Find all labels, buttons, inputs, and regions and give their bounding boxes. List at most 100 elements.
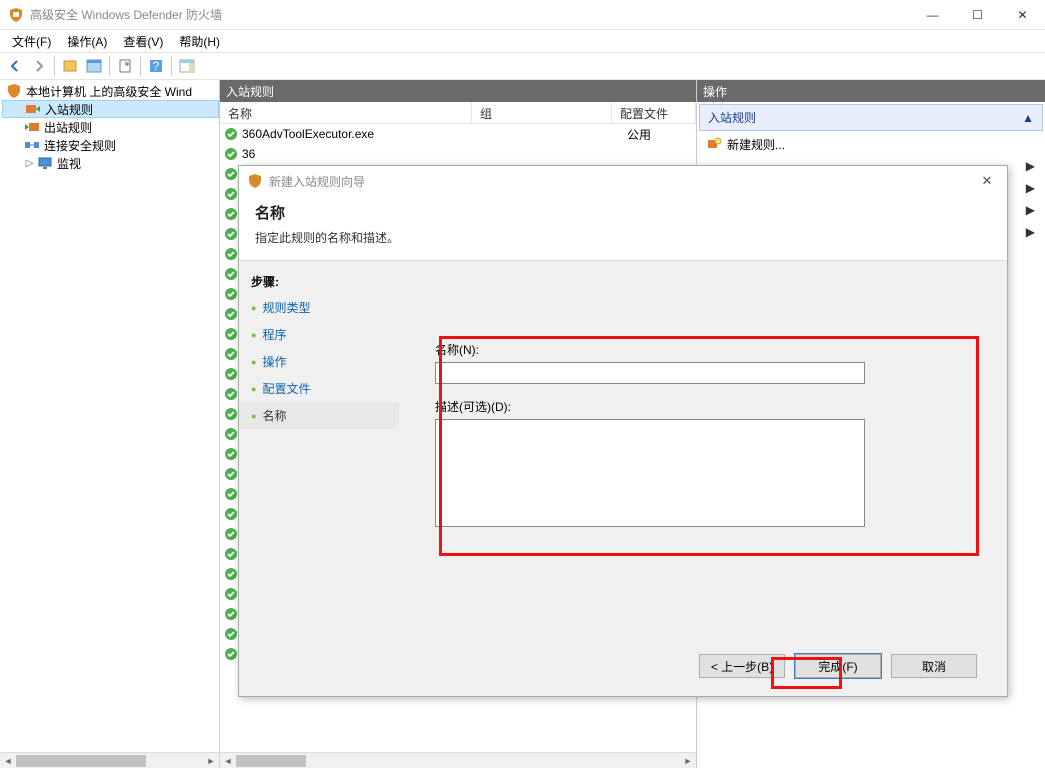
tree-item-label: 监视 (57, 155, 81, 172)
allow-icon (224, 507, 238, 521)
allow-icon (224, 527, 238, 541)
menu-action[interactable]: 操作(A) (59, 31, 115, 52)
allow-icon (224, 267, 238, 281)
table-row[interactable]: 36 (220, 144, 696, 164)
scroll-thumb[interactable] (236, 755, 306, 767)
wizard-dialog: 新建入站规则向导 ✕ 名称 指定此规则的名称和描述。 步骤: ●规则类型 ●程序… (238, 165, 1008, 697)
step-action[interactable]: ● 操作 (239, 348, 399, 375)
tree-root-label: 本地计算机 上的高级安全 Wind (26, 83, 192, 100)
tree-monitor[interactable]: ▷ 监视 (2, 154, 219, 172)
tree-outbound-rules[interactable]: 出站规则 (2, 118, 219, 136)
svg-text:?: ? (153, 59, 160, 73)
step-name[interactable]: ● 名称 (239, 402, 399, 429)
name-label: 名称(N): (435, 341, 971, 358)
maximize-button[interactable]: ☐ (955, 0, 1000, 30)
allow-icon (224, 547, 238, 561)
allow-icon (224, 427, 238, 441)
monitor-icon (37, 155, 53, 171)
description-input[interactable] (435, 419, 865, 527)
back-button[interactable] (4, 55, 26, 77)
new-rule-icon (707, 137, 721, 151)
wizard-steps: 步骤: ●规则类型 ● 程序 ● 操作 ● 配置文件 ● 名称 (239, 261, 399, 696)
expand-icon[interactable]: ▷ (24, 158, 35, 169)
tree-item-label: 入站规则 (45, 101, 93, 118)
dialog-header: 名称 指定此规则的名称和描述。 (239, 196, 1007, 260)
toolbar-export-icon[interactable] (114, 55, 136, 77)
tree-pane: 本地计算机 上的高级安全 Wind 入站规则 出站规则 连接安全规则 ▷ 监视 … (0, 80, 220, 768)
steps-label: 步骤: (239, 269, 399, 294)
outbound-icon (24, 119, 40, 135)
allow-icon (224, 407, 238, 421)
step-label: 规则类型 (262, 299, 310, 316)
step-label: 名称 (262, 407, 286, 424)
toolbar-panel-icon[interactable] (83, 55, 105, 77)
left-hscrollbar[interactable]: ◄ ► (0, 752, 219, 768)
separator (54, 56, 55, 76)
bullet-icon: ● (251, 411, 256, 421)
allow-icon (224, 367, 238, 381)
allow-icon (224, 607, 238, 621)
collapse-icon[interactable]: ▲ (1022, 111, 1034, 125)
dialog-close-button[interactable]: ✕ (975, 173, 999, 189)
scroll-right-arrow[interactable]: ► (203, 753, 219, 768)
allow-icon (224, 327, 238, 341)
step-rule-type[interactable]: ●规则类型 (239, 294, 399, 321)
scroll-left-arrow[interactable]: ◄ (0, 753, 16, 768)
center-hscrollbar[interactable]: ◄ ► (220, 752, 696, 768)
step-label: 操作 (262, 353, 286, 370)
step-label: 程序 (262, 326, 286, 343)
dialog-icon (247, 173, 263, 189)
description-label: 描述(可选)(D): (435, 398, 971, 415)
name-input[interactable] (435, 362, 865, 384)
cell-name: 36 (242, 147, 487, 161)
cell-name: 360AdvToolExecutor.exe (242, 127, 487, 141)
menu-file[interactable]: 文件(F) (4, 31, 59, 52)
allow-icon (224, 187, 238, 201)
toolbar-help-icon[interactable]: ? (145, 55, 167, 77)
table-row[interactable]: 360AdvToolExecutor.exe公用 (220, 124, 696, 144)
step-program[interactable]: ● 程序 (239, 321, 399, 348)
forward-button[interactable] (28, 55, 50, 77)
finish-button[interactable]: 完成(F) (795, 654, 881, 678)
tree-root[interactable]: 本地计算机 上的高级安全 Wind (2, 82, 219, 100)
allow-icon (224, 227, 238, 241)
tree-connection-security[interactable]: 连接安全规则 (2, 136, 219, 154)
actions-subheader-label: 入站规则 (708, 109, 756, 126)
tree-inbound-rules[interactable]: 入站规则 (2, 100, 219, 118)
col-name[interactable]: 名称 (220, 102, 472, 123)
separator (171, 56, 172, 76)
allow-icon (224, 147, 238, 161)
col-group[interactable]: 组 (472, 102, 612, 123)
minimize-button[interactable]: — (910, 0, 955, 30)
menu-view[interactable]: 查看(V) (115, 31, 171, 52)
toolbar-action-icon[interactable] (59, 55, 81, 77)
allow-icon (224, 647, 238, 661)
col-profile[interactable]: 配置文件 (612, 102, 696, 123)
scroll-right-arrow[interactable]: ► (680, 753, 696, 769)
actions-subheader[interactable]: 入站规则 ▲ (699, 104, 1043, 131)
connection-icon (24, 137, 40, 153)
dialog-title: 新建入站规则向导 (269, 173, 975, 190)
allow-icon (224, 587, 238, 601)
dialog-heading: 名称 (255, 202, 991, 223)
action-new-rule[interactable]: 新建规则... (697, 133, 1045, 155)
allow-icon (224, 447, 238, 461)
bullet-icon: ● (251, 357, 256, 367)
toolbar-pane-icon[interactable] (176, 55, 198, 77)
step-profile[interactable]: ● 配置文件 (239, 375, 399, 402)
scroll-left-arrow[interactable]: ◄ (220, 753, 236, 769)
back-button[interactable]: < 上一步(B) (699, 654, 785, 678)
step-label: 配置文件 (262, 380, 310, 397)
menu-help[interactable]: 帮助(H) (171, 31, 228, 52)
allow-icon (224, 287, 238, 301)
tree-item-label: 出站规则 (44, 119, 92, 136)
app-icon (8, 7, 24, 23)
bullet-icon: ● (251, 330, 256, 340)
scroll-thumb[interactable] (16, 755, 146, 767)
bullet-icon: ● (251, 384, 256, 394)
allow-icon (224, 567, 238, 581)
dialog-content: 名称(N): 描述(可选)(D): < 上一步(B) 完成(F) 取消 (399, 261, 1007, 696)
cancel-button[interactable]: 取消 (891, 654, 977, 678)
close-button[interactable]: ✕ (1000, 0, 1045, 30)
allow-icon (224, 307, 238, 321)
